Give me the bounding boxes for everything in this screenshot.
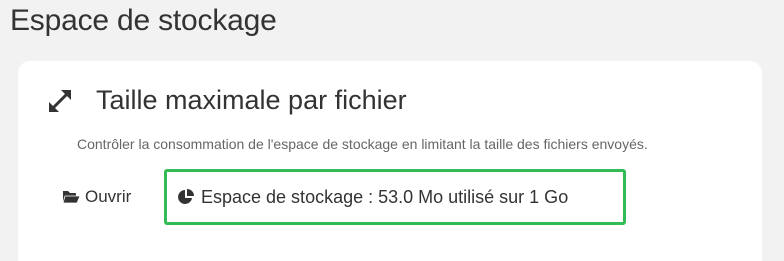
- open-button-label: Ouvrir: [85, 187, 132, 206]
- card-actions: Ouvrir Espace de stockage : 53.0 Mo util…: [62, 169, 752, 229]
- card-title: Taille maximale par fichier: [96, 85, 407, 115]
- page-title: Espace de stockage: [10, 4, 277, 37]
- pie-chart-icon: [177, 188, 195, 206]
- open-button[interactable]: Ouvrir: [62, 187, 131, 207]
- storage-usage-label: Espace de stockage : 53.0 Mo utilisé sur…: [201, 186, 569, 207]
- folder-open-icon: [62, 189, 81, 205]
- card-description: Contrôler la consommation de l'espace de…: [77, 136, 648, 152]
- expand-arrows-icon: [45, 86, 75, 116]
- storage-settings-card: Taille maximale par fichier Contrôler la…: [18, 61, 762, 261]
- storage-usage-status[interactable]: Espace de stockage : 53.0 Mo utilisé sur…: [164, 169, 626, 225]
- card-header: Taille maximale par fichier: [45, 85, 407, 116]
